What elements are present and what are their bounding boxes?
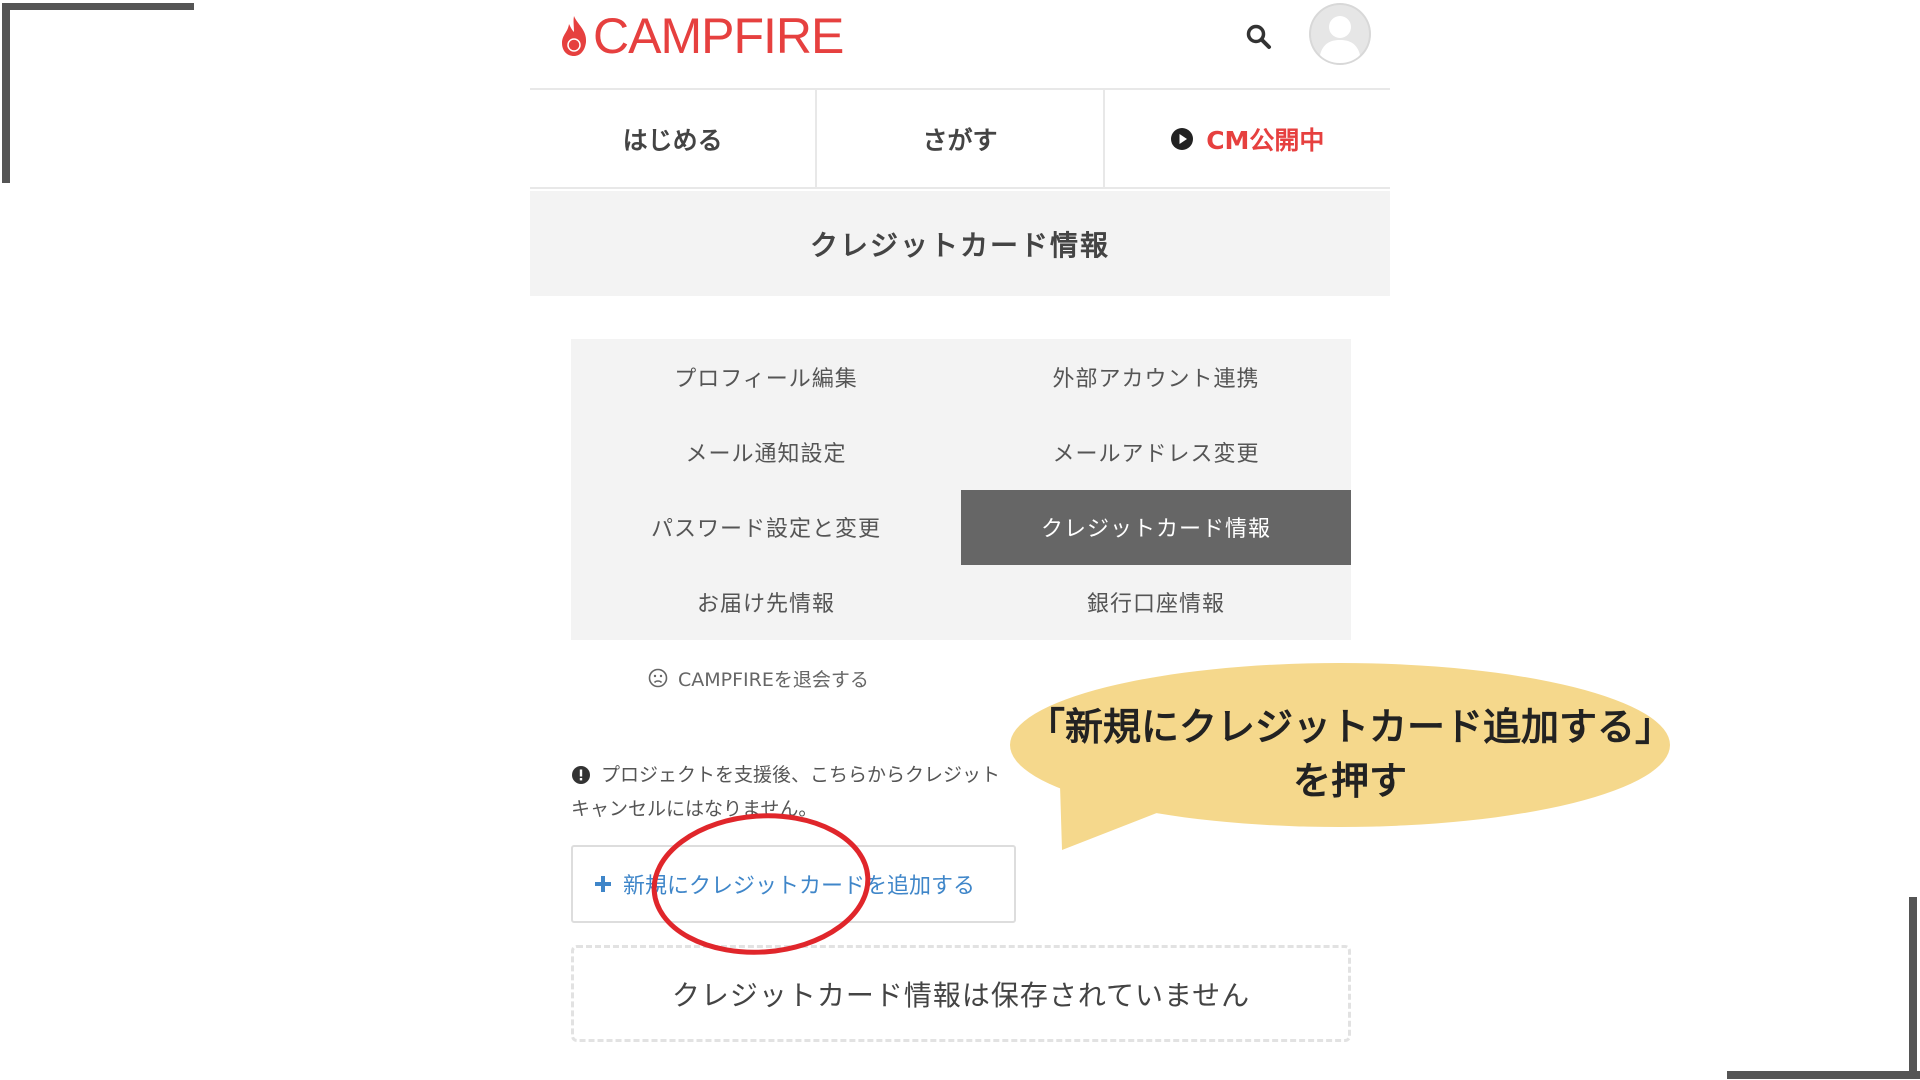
nav-start-label: はじめる bbox=[622, 125, 723, 155]
menu-item-label: メール通知設定 bbox=[685, 441, 847, 467]
avatar[interactable] bbox=[1309, 3, 1371, 65]
menu-item-label: 銀行口座情報 bbox=[1086, 592, 1225, 618]
nav-start[interactable]: はじめる bbox=[530, 90, 815, 187]
menu-item-password[interactable]: パスワード設定と変更 bbox=[571, 490, 961, 565]
main-nav: はじめる さがす CM公開中 bbox=[530, 88, 1390, 189]
menu-item-shipping-address[interactable]: お届け先情報 bbox=[571, 565, 961, 640]
menu-item-bank-account[interactable]: 銀行口座情報 bbox=[961, 565, 1351, 640]
nav-search-label: さがす bbox=[922, 125, 998, 155]
play-circle-icon bbox=[1171, 127, 1194, 150]
menu-item-label: プロフィール編集 bbox=[674, 366, 858, 392]
flame-logo-icon bbox=[562, 16, 587, 56]
campfire-logo[interactable]: CAMPFIRE bbox=[559, 8, 844, 64]
menu-item-profile-edit[interactable]: プロフィール編集 bbox=[571, 339, 961, 414]
exclamation-circle-icon bbox=[572, 766, 590, 784]
search-icon[interactable] bbox=[1244, 22, 1274, 52]
menu-item-label: メールアドレス変更 bbox=[1052, 441, 1260, 467]
page-title-band: クレジットカード情報 bbox=[530, 191, 1390, 296]
frame-corner-top-left bbox=[2, 3, 10, 183]
speech-bubble-line-1: 「新規にクレジットカード追加する」 bbox=[1026, 705, 1673, 749]
menu-item-credit-card[interactable]: クレジットカード情報 bbox=[961, 489, 1351, 565]
speech-bubble-text: 「新規にクレジットカード追加する」 を押す bbox=[1010, 700, 1690, 808]
menu-item-label: クレジットカード情報 bbox=[1040, 517, 1271, 543]
menu-item-email-change[interactable]: メールアドレス変更 bbox=[961, 414, 1351, 489]
notice-line-1: プロジェクトを支援後、こちらからクレジット bbox=[601, 764, 1001, 786]
frame-corner-top-left bbox=[2, 3, 194, 10]
menu-item-label: お届け先情報 bbox=[696, 592, 835, 618]
add-credit-card-label: 新規にクレジットカードを追加する bbox=[623, 874, 976, 899]
menu-item-external-accounts[interactable]: 外部アカウント連携 bbox=[961, 339, 1351, 414]
empty-state-box: クレジットカード情報は保存されていません bbox=[571, 945, 1351, 1042]
nav-cm-label: CM公開中 bbox=[1206, 125, 1325, 155]
settings-menu: プロフィール編集 外部アカウント連携 メール通知設定 メールアドレス変更 パスワ… bbox=[571, 339, 1351, 640]
nav-cm[interactable]: CM公開中 bbox=[1102, 90, 1390, 187]
logo-text: CAMPFIRE bbox=[593, 8, 844, 64]
withdraw-link[interactable]: CAMPFIREを退会する bbox=[648, 665, 869, 691]
menu-item-label: パスワード設定と変更 bbox=[650, 517, 881, 543]
nav-search[interactable]: さがす bbox=[815, 90, 1102, 187]
add-credit-card-button[interactable]: 新規にクレジットカードを追加する bbox=[571, 845, 1016, 923]
withdraw-label: CAMPFIREを退会する bbox=[678, 668, 869, 691]
menu-item-mail-notifications[interactable]: メール通知設定 bbox=[571, 414, 961, 489]
plus-icon bbox=[595, 876, 611, 892]
page-title: クレジットカード情報 bbox=[809, 228, 1110, 262]
frame-corner-bottom-right bbox=[1909, 897, 1917, 1079]
menu-item-label: 外部アカウント連携 bbox=[1052, 366, 1260, 392]
frame-corner-bottom-right bbox=[1727, 1071, 1920, 1079]
user-avatar-icon bbox=[1309, 3, 1371, 65]
empty-state-text: クレジットカード情報は保存されていません bbox=[671, 978, 1251, 1012]
speech-bubble-line-2: を押す bbox=[1292, 759, 1407, 803]
frown-face-icon bbox=[648, 668, 668, 688]
